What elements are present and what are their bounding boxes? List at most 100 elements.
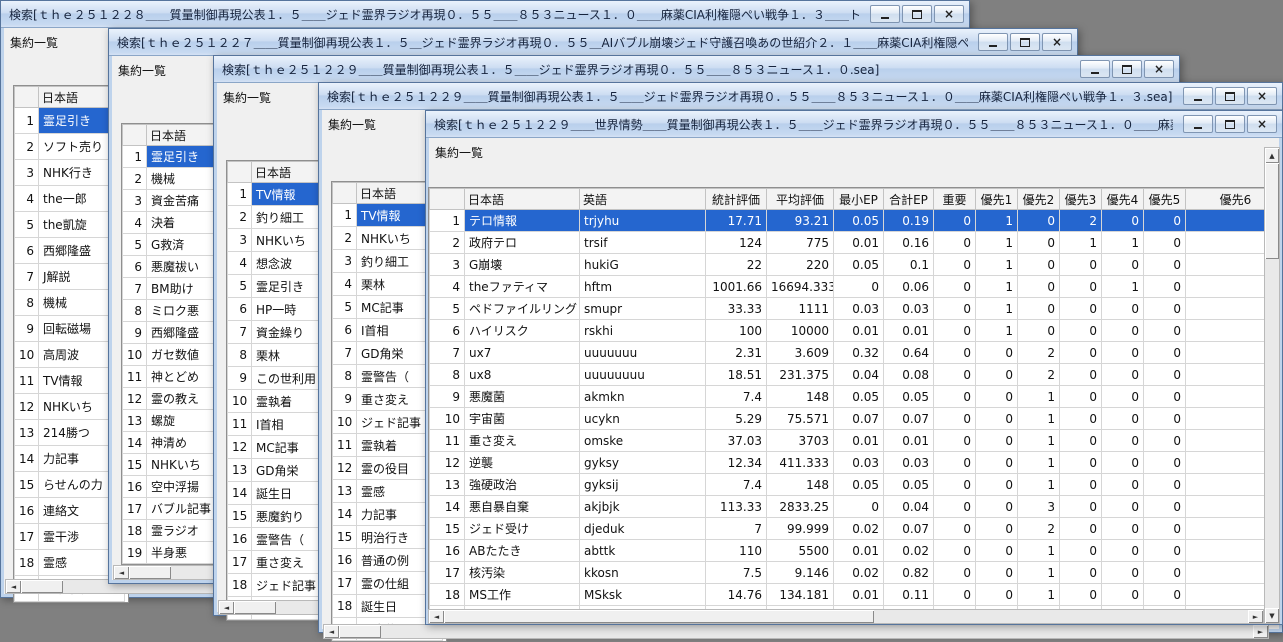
cell: 0.82: [884, 562, 934, 584]
row-number: 8: [333, 365, 357, 388]
maximize-icon: [1122, 65, 1132, 74]
column-header[interactable]: 優先4: [1102, 189, 1144, 210]
minimize-button[interactable]: [870, 5, 900, 23]
column-header[interactable]: 優先3: [1060, 189, 1102, 210]
table-row[interactable]: 10宇宙菌ucykn5.2975.5710.070.070010000: [430, 408, 1267, 430]
scroll-up-button[interactable]: ▲: [1265, 148, 1279, 163]
cell: 99.999: [767, 518, 834, 540]
maximize-button[interactable]: [1215, 115, 1245, 133]
scroll-left-button[interactable]: ◄: [114, 566, 129, 579]
scroll-down-button[interactable]: ▼: [1265, 608, 1279, 623]
minimize-button[interactable]: [978, 33, 1008, 51]
scroll-track[interactable]: [1265, 163, 1279, 608]
scroll-left-button[interactable]: ◄: [324, 625, 339, 638]
maximize-button[interactable]: [1112, 60, 1142, 78]
cell: 0: [1186, 342, 1267, 364]
column-header[interactable]: 優先5: [1144, 189, 1186, 210]
scroll-track[interactable]: [444, 610, 1248, 623]
column-header[interactable]: 優先1: [976, 189, 1018, 210]
column-header[interactable]: 重要: [934, 189, 976, 210]
table-row[interactable]: 5ペドファイルリングとソーsmupr33.3311110.030.0301000…: [430, 298, 1267, 320]
table-row[interactable]: 2政府テロtrsif1247750.010.160101100: [430, 232, 1267, 254]
titlebar[interactable]: 検索[ｔｈｅ２５１２２８＿＿質量制御再現公表１．５＿＿ジェド霊界ラジオ再現０．５…: [1, 1, 969, 28]
table-row[interactable]: 4theファティマhftm1001.6616694.33300.06010010…: [430, 276, 1267, 298]
cell: 0: [1144, 342, 1186, 364]
row-header-corner[interactable]: [228, 162, 252, 183]
scroll-right-button[interactable]: ►: [1253, 625, 1268, 638]
close-button[interactable]: ×: [1144, 60, 1174, 78]
table-row[interactable]: 14悪自暴自棄akjbjk113.332833.2500.040030000: [430, 496, 1267, 518]
table-row[interactable]: 9悪魔菌akmkn7.41480.050.050010000: [430, 386, 1267, 408]
maximize-button[interactable]: [1215, 87, 1245, 105]
minimize-button[interactable]: [1183, 115, 1213, 133]
row-header-corner[interactable]: [123, 125, 147, 146]
table-row[interactable]: 7ux7uuuuuuu2.313.6090.320.640020000: [430, 342, 1267, 364]
table-row[interactable]: 16ABたたきabttk11055000.010.020010000: [430, 540, 1267, 562]
table-row[interactable]: 11重さ変えomske37.0337030.010.010010000: [430, 430, 1267, 452]
column-header[interactable]: 合計EP: [884, 189, 934, 210]
cell: 411.333: [767, 452, 834, 474]
titlebar[interactable]: 検索[ｔｈｅ２５１２２９＿＿質量制御再現公表１．５＿＿ジェド霊界ラジオ再現０．５…: [319, 83, 1282, 110]
scroll-thumb[interactable]: [129, 566, 171, 579]
row-header-corner[interactable]: [333, 183, 357, 204]
maximize-button[interactable]: [1010, 33, 1040, 51]
column-header[interactable]: 最小EP: [834, 189, 884, 210]
column-header[interactable]: 平均評価: [767, 189, 834, 210]
cell: 0.05: [834, 386, 884, 408]
close-button[interactable]: ×: [1042, 33, 1072, 51]
table-row[interactable]: 6ハイリスクrskhi100100000.010.010100000: [430, 320, 1267, 342]
row-header-corner[interactable]: [15, 87, 39, 108]
titlebar[interactable]: 検索[ｔｈｅ２５１２２７＿＿質量制御再現公表１．５＿ジェド霊界ラジオ再現０．５５…: [109, 29, 1077, 56]
cell: 113.33: [706, 496, 767, 518]
close-button[interactable]: ×: [1247, 87, 1277, 105]
desktop-workspace: { "colors": { "desktop_background": "#80…: [0, 0, 1283, 625]
row-header-corner[interactable]: [430, 189, 465, 210]
column-header[interactable]: 優先6: [1186, 189, 1267, 210]
scroll-thumb[interactable]: [21, 580, 63, 593]
close-button[interactable]: ×: [1247, 115, 1277, 133]
table-row[interactable]: 18MS工作MSksk14.76134.1810.010.110010000: [430, 584, 1267, 606]
column-header[interactable]: 優先2: [1018, 189, 1060, 210]
table-row[interactable]: 12逆襲gyksy12.34411.3330.030.030010000: [430, 452, 1267, 474]
maximize-button[interactable]: [902, 5, 932, 23]
cell: 0: [1144, 474, 1186, 496]
horizontal-scrollbar[interactable]: ◄ ►: [428, 609, 1264, 624]
row-number: 17: [333, 572, 357, 595]
scroll-thumb[interactable]: [339, 625, 381, 638]
scroll-left-button[interactable]: ◄: [6, 580, 21, 593]
scroll-thumb[interactable]: [1265, 163, 1279, 259]
table-row[interactable]: 15ジェド受けdjeduk799.9990.020.070020000: [430, 518, 1267, 540]
vertical-scrollbar[interactable]: ▲ ▼: [1264, 147, 1280, 624]
horizontal-scrollbar[interactable]: ◄ ►: [323, 624, 1269, 639]
scroll-right-button[interactable]: ►: [1248, 610, 1263, 623]
row-number: 13: [228, 459, 252, 482]
cell: kkosn: [580, 562, 706, 584]
cell: 1: [976, 254, 1018, 276]
titlebar[interactable]: 検索[ｔｈｅ２５１２２９＿＿世界情勢＿＿質量制御再現公表１．５＿＿ジェド霊界ラジ…: [426, 111, 1282, 138]
table-row[interactable]: 13強硬政治gyksij7.41480.050.050010000: [430, 474, 1267, 496]
titlebar[interactable]: 検索[ｔｈｅ２５１２２９＿＿質量制御再現公表１．５＿＿ジェド霊界ラジオ再現０．５…: [214, 56, 1179, 83]
cell: 0.01: [834, 232, 884, 254]
table-row[interactable]: 3G崩壊hukiG222200.050.10100000: [430, 254, 1267, 276]
column-header[interactable]: 統計評価: [706, 189, 767, 210]
row-number: 8: [123, 300, 147, 322]
column-header[interactable]: 英語: [580, 189, 706, 210]
cell: 悪自暴自棄: [465, 496, 580, 518]
column-header[interactable]: 日本語: [465, 189, 580, 210]
scroll-left-button[interactable]: ◄: [429, 610, 444, 623]
close-button[interactable]: ×: [934, 5, 964, 23]
table-row[interactable]: 8ux8uuuuuuuu18.51231.3750.040.080020000: [430, 364, 1267, 386]
scroll-left-button[interactable]: ◄: [219, 601, 234, 614]
table-row[interactable]: 17核汚染kkosn7.59.1460.020.820010000: [430, 562, 1267, 584]
cell: 0: [1144, 210, 1186, 232]
table-row[interactable]: 1テロ情報trjyhu17.7193.210.050.190102000: [430, 210, 1267, 232]
cell: 0: [1102, 452, 1144, 474]
minimize-button[interactable]: [1080, 60, 1110, 78]
maximize-icon: [1225, 92, 1235, 101]
minimize-button[interactable]: [1183, 87, 1213, 105]
scroll-track[interactable]: [339, 625, 1253, 638]
scroll-thumb[interactable]: [234, 601, 276, 614]
window-title: 検索[ｔｈｅ２５１２２９＿＿世界情勢＿＿質量制御再現公表１．５＿＿ジェド霊界ラジ…: [434, 116, 1173, 133]
cell: 1: [976, 298, 1018, 320]
scroll-thumb[interactable]: [444, 610, 874, 623]
